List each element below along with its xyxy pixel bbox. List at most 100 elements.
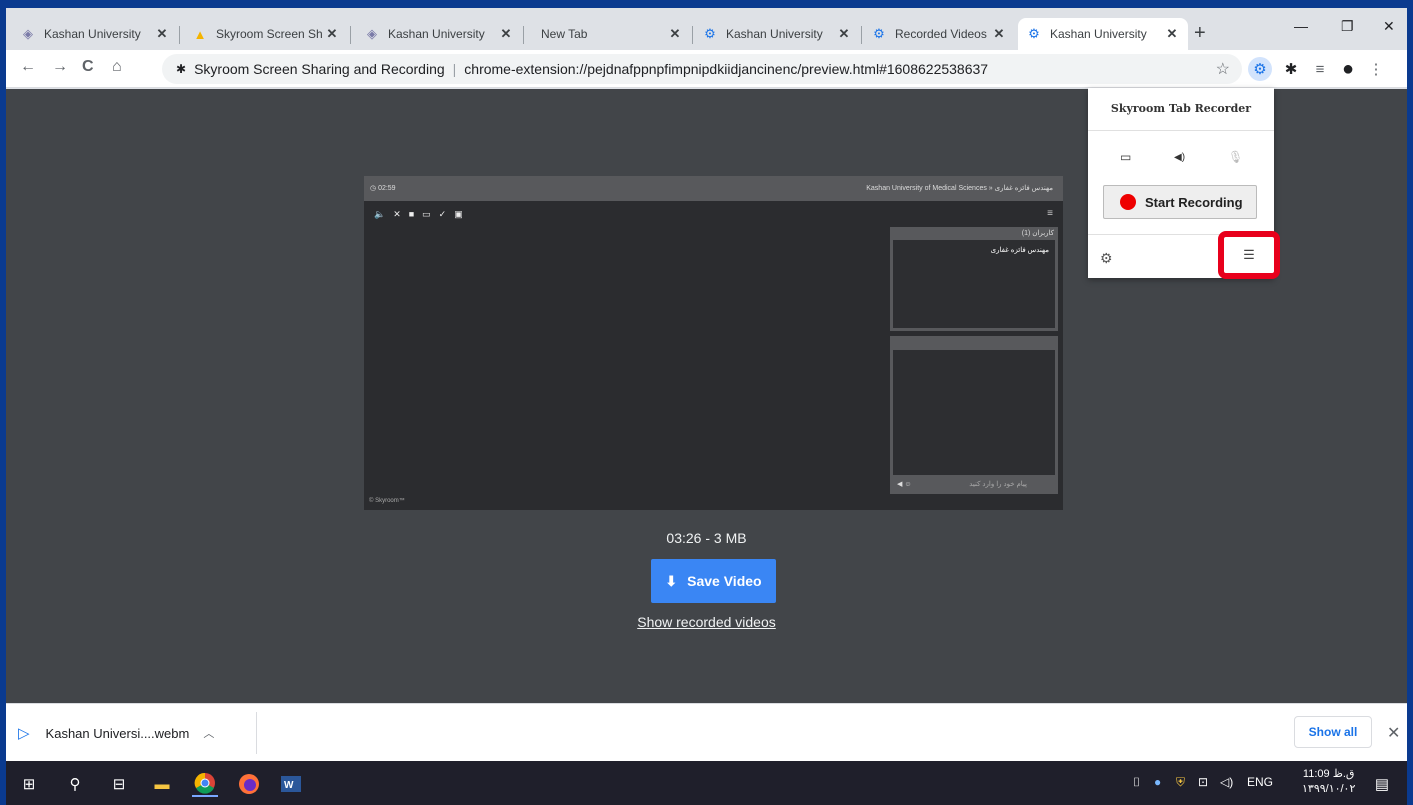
skyroom-diamond-icon: ◈ [23,26,33,41]
video-menu-icon: ≡ [1047,208,1053,219]
back-arrow-icon[interactable]: ← [20,58,36,76]
close-icon[interactable]: ✕ [667,26,683,42]
close-icon[interactable]: ✕ [324,26,340,42]
close-icon[interactable]: ✕ [991,26,1007,42]
extensions-puzzle-icon[interactable]: ✱ [1279,57,1303,81]
close-shelf-icon[interactable]: ✕ [1387,723,1400,743]
tab-title: New Tab [541,27,588,41]
recorded-video-frame[interactable]: ◷ 02:59 Kashan University of Medical Sci… [364,176,1063,510]
drive-icon: ▲ [193,26,207,42]
video-topbar: ◷ 02:59 Kashan University of Medical Sci… [364,176,1063,201]
audio-mode-icon[interactable]: ◀) [1174,152,1185,163]
task-view-icon[interactable]: ⊟ [106,771,132,797]
url-text: chrome-extension://pejdnafppnpfimpnipdki… [464,61,989,77]
save-video-label: Save Video [687,573,762,589]
download-filename: Kashan Universi....webm [45,725,190,741]
notifications-icon[interactable]: ▤ [1369,771,1395,797]
tab-separator [179,26,180,44]
users-panel: کاربران (1) مهندس فائزه غفاری [890,227,1058,331]
divider [256,712,257,754]
tab-title: Kashan University [388,27,485,41]
bookmark-star-icon[interactable]: ☆ [1216,59,1230,79]
close-icon[interactable]: ✕ [154,26,170,42]
restore-icon[interactable]: ❐ [1341,18,1354,35]
reading-list-icon[interactable]: ≡ [1308,57,1332,81]
security-tray-icon[interactable]: ⛨ [1176,775,1185,790]
site-name: Skyroom Screen Sharing and Recording [194,61,445,77]
usb-icon[interactable]: ⌷ [1133,775,1140,790]
recorder-ext-icon: ⚙ [873,26,885,41]
download-item[interactable]: ▷ Kashan Universi....webm ︿ [18,724,214,742]
address-bar[interactable]: ✱ Skyroom Screen Sharing and Recording |… [162,54,1242,84]
recorder-popup: Skyroom Tab Recorder ▭ ◀) 🎙 Start Record… [1088,88,1280,279]
home-icon[interactable]: ⌂ [112,58,122,76]
save-video-button[interactable]: ⬇ Save Video [651,559,776,603]
tab-3[interactable]: ◈ Kashan University ✕ [356,18,522,50]
windows-taskbar: ⊞ ⚲ ⊟ ▬ W ⌷ ● ⛨ ⊡ ◁) ENG 11:09 ق.ظ ۱۳۹۹/… [6,761,1407,805]
microphone-icon[interactable]: 🎙 [1228,150,1243,164]
popup-title: Skyroom Tab Recorder [1110,102,1252,115]
chat-panel: ◀ ☺ پیام خود را وارد کنید [890,336,1058,494]
close-icon[interactable]: ✕ [1164,26,1180,42]
show-all-button[interactable]: Show all [1294,716,1372,748]
tab-7-active[interactable]: ⚙ Kashan University ✕ [1018,18,1188,50]
close-window-icon[interactable]: ✕ [1383,18,1395,35]
forward-arrow-icon[interactable]: → [52,58,68,76]
windows-start-icon[interactable]: ⊞ [16,771,42,797]
tab-6[interactable]: ⚙ Recorded Videos ✕ [863,18,1015,50]
tab-separator [523,26,524,44]
close-icon[interactable]: ✕ [836,26,852,42]
tab-5[interactable]: ⚙ Kashan University ✕ [694,18,860,50]
recorder-ext-icon: ⚙ [1028,26,1040,41]
network-icon[interactable]: ⊡ [1198,775,1208,789]
video-toolbar-icons: 🔈✕■▭✓▣ [374,209,471,219]
svg-text:W: W [284,780,294,791]
reload-icon[interactable]: C [82,58,94,76]
firefox-icon[interactable] [236,771,262,797]
tab-title: Skyroom Screen Sh [216,27,323,41]
skyroom-diamond-icon: ◈ [367,26,377,41]
minimize-icon[interactable]: — [1294,18,1308,34]
screen-mode-icon[interactable]: ▭ [1120,150,1131,164]
start-recording-button[interactable]: Start Recording [1103,185,1257,219]
search-icon[interactable]: ⚲ [62,771,88,797]
recorded-list-button[interactable]: ☰ [1218,231,1280,279]
users-header: کاربران (1) [1021,230,1054,237]
user-name: مهندس فائزه غفاری [990,247,1049,254]
record-dot-icon [1120,194,1136,210]
show-recorded-videos-link[interactable]: Show recorded videos [6,614,1407,630]
close-icon[interactable]: ✕ [498,26,514,42]
clock[interactable]: 11:09 ق.ظ ۱۳۹۹/۱۰/۰۲ [1302,767,1355,797]
clock-time: 11:09 ق.ظ [1302,768,1355,780]
tab-separator [350,26,351,44]
settings-gear-icon[interactable]: ⚙ [1100,250,1113,267]
tab-title: Kashan University [44,27,141,41]
browser-window: ◈ Kashan University ✕ ▲ Skyroom Screen S… [6,8,1407,805]
video-footer: © Skyroom™ [369,498,405,504]
divider [1088,130,1274,131]
file-explorer-icon[interactable]: ▬ [149,771,175,797]
new-tab-button[interactable]: + [1194,22,1206,45]
clock-date: ۱۳۹۹/۱۰/۰۲ [1302,783,1356,795]
tray-app-icon[interactable]: ● [1154,775,1161,789]
word-icon[interactable]: W [278,771,304,797]
tab-1[interactable]: ◈ Kashan University ✕ [12,18,178,50]
chat-input-bar: ◀ ☺ پیام خود را وارد کنید [893,477,1055,491]
chrome-icon[interactable] [192,771,218,797]
tab-title: Kashan University [726,27,823,41]
download-shelf: ▷ Kashan Universi....webm ︿ Show all ✕ [6,703,1407,761]
video-room-title: Kashan University of Medical Sciences » … [866,185,1053,192]
menu-dots-icon[interactable]: ⋮ [1364,57,1388,81]
chevron-up-icon[interactable]: ︿ [203,725,214,741]
language-indicator[interactable]: ENG [1247,775,1273,789]
recording-meta: 03:26 - 3 MB [666,530,747,546]
start-recording-label: Start Recording [1145,194,1243,210]
recorder-extension-icon[interactable]: ⚙ [1248,57,1272,81]
volume-icon[interactable]: ◁) [1220,775,1233,789]
tab-4[interactable]: New Tab ✕ [525,18,691,50]
tab-2[interactable]: ▲ Skyroom Screen Sh ✕ [184,18,348,50]
extension-puzzle-icon: ✱ [176,62,187,76]
tab-separator [692,26,693,44]
list-icon: ☰ [1243,247,1255,262]
profile-avatar-icon[interactable]: ● [1336,57,1360,81]
